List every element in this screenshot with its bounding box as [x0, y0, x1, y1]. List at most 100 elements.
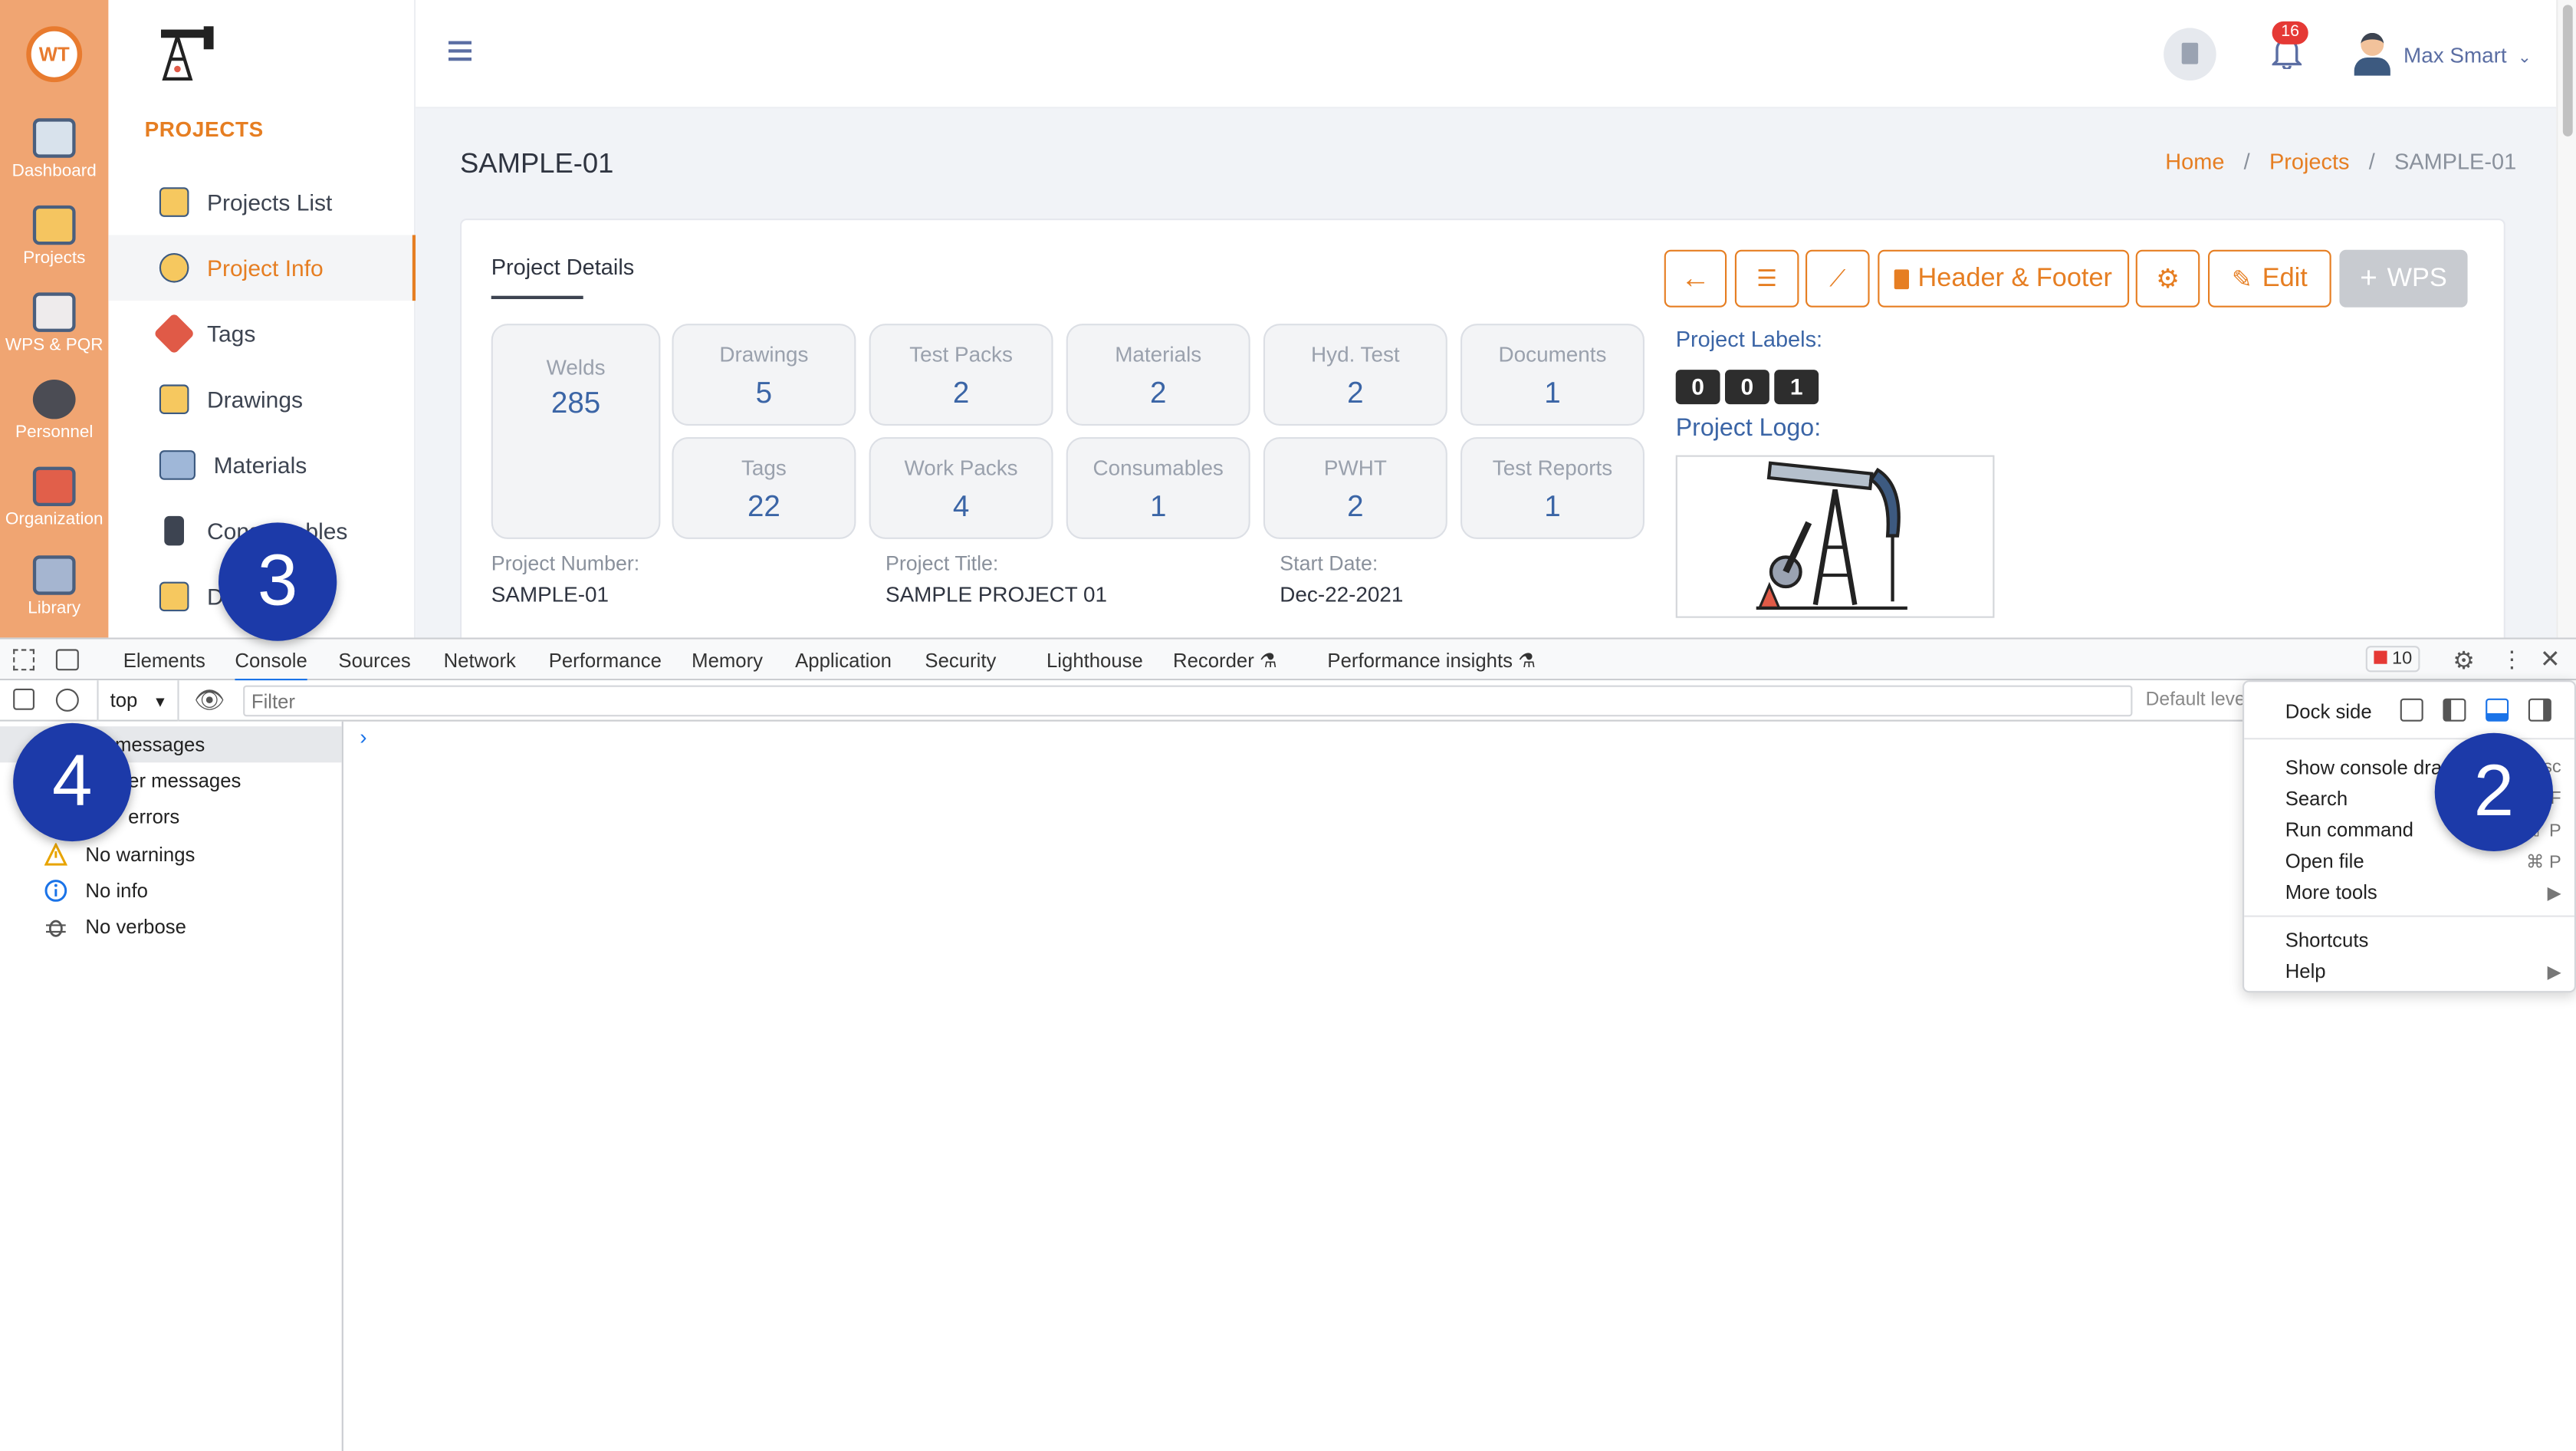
tab-memory[interactable]: Memory: [692, 649, 763, 672]
stat-drawings[interactable]: Drawings 5: [672, 324, 856, 426]
rail-item-library[interactable]: Library: [0, 555, 108, 618]
nav-item-project-info[interactable]: Project Info: [108, 235, 416, 301]
close-icon[interactable]: ✕: [2540, 644, 2561, 673]
stat-pwht[interactable]: PWHT 2: [1263, 437, 1447, 539]
gantt-button[interactable]: ☰: [1734, 249, 1799, 308]
toolbar-divider: [177, 680, 179, 722]
project-logo-image: [1675, 455, 1995, 618]
menu-toggle-icon[interactable]: [449, 41, 472, 64]
nav-item-tags[interactable]: Tags: [108, 301, 416, 367]
stat-tags[interactable]: Tags 22: [672, 437, 856, 539]
sidebar-item-verbose[interactable]: No verbose: [0, 909, 342, 945]
tab-project-details[interactable]: Project Details: [491, 255, 635, 279]
stat-work-packs[interactable]: Work Packs 4: [869, 437, 1053, 539]
stat-test-packs[interactable]: Test Packs 2: [869, 324, 1053, 426]
back-button[interactable]: ←: [1664, 249, 1727, 308]
menu-item-open-file[interactable]: Open file: [2285, 850, 2364, 873]
tab-sources[interactable]: Sources: [338, 649, 410, 672]
project-label-chip: 1: [1774, 370, 1819, 405]
tab-application[interactable]: Application: [795, 649, 892, 672]
rail-item-dashboard[interactable]: Dashboard: [0, 118, 108, 181]
rail-item-organization[interactable]: Organization: [0, 466, 108, 529]
folder-icon: [159, 187, 189, 217]
book-icon: [2181, 42, 2199, 64]
submenu-arrow-icon: ▶: [2547, 962, 2561, 983]
tab-network[interactable]: Network: [444, 649, 516, 672]
devtools-tab-bar: Elements Console Sources Network Perform…: [0, 639, 2576, 683]
menu-item-help[interactable]: Help: [2285, 959, 2326, 982]
tab-console[interactable]: Console: [235, 649, 307, 683]
tab-lighthouse[interactable]: Lighthouse: [1046, 649, 1143, 672]
tab-performance[interactable]: Performance: [549, 649, 662, 672]
clear-console-icon[interactable]: [55, 688, 79, 712]
user-menu[interactable]: Max Smart ⌄: [2404, 43, 2532, 67]
menu-item-shortcuts[interactable]: Shortcuts: [2285, 929, 2369, 952]
nav-item-drawings[interactable]: Drawings: [108, 367, 416, 433]
header-footer-button[interactable]: Header & Footer: [1878, 249, 2130, 308]
error-counter[interactable]: 10: [2365, 646, 2420, 673]
stat-materials[interactable]: Materials 2: [1066, 324, 1250, 426]
stat-consumables[interactable]: Consumables 1: [1066, 437, 1250, 539]
filter-input[interactable]: [243, 685, 2133, 717]
breadcrumb-projects[interactable]: Projects: [2269, 150, 2350, 174]
console-prompt-icon[interactable]: ›: [360, 725, 366, 749]
top-bar: 16 Max Smart ⌄: [416, 0, 2557, 109]
stat-test-reports[interactable]: Test Reports 1: [1460, 437, 1644, 539]
eye-icon[interactable]: 👁: [194, 686, 225, 715]
list-tree-icon: ☰: [1756, 265, 1778, 291]
dock-bottom-icon[interactable]: [2486, 698, 2509, 722]
edit-button[interactable]: ✎ Edit: [2208, 249, 2331, 308]
stat-welds[interactable]: Welds 285: [491, 324, 661, 539]
menu-item-search[interactable]: Search: [2285, 787, 2348, 810]
sidebar-item-warnings[interactable]: No warnings: [0, 837, 342, 873]
chart-button[interactable]: ⟋: [1806, 249, 1870, 308]
nav-item-projects-list[interactable]: Projects List: [108, 169, 416, 235]
rail-item-projects[interactable]: Projects: [0, 205, 108, 268]
context-selector[interactable]: top ▼: [110, 689, 168, 712]
sidebar-item-info[interactable]: No info: [0, 873, 342, 909]
project-details-card: Project Details Welds 285 Drawings 5 Test…: [460, 219, 2505, 647]
avatar[interactable]: [2351, 30, 2394, 79]
stat-documents[interactable]: Documents 1: [1460, 324, 1644, 426]
toolbar-divider: [97, 680, 99, 722]
project-number-value: SAMPLE-01: [491, 581, 610, 607]
callout-3: 3: [219, 522, 337, 641]
tab-elements[interactable]: Elements: [123, 649, 205, 672]
settings-button[interactable]: ⚙: [2135, 249, 2200, 308]
tab-performance-insights[interactable]: Performance insights ⚗: [1327, 649, 1536, 672]
notifications-button[interactable]: 16: [2270, 21, 2308, 71]
rail-item-personnel[interactable]: Personnel: [0, 379, 108, 442]
chevron-down-icon: ⌄: [2517, 49, 2532, 67]
info-icon: [44, 880, 67, 902]
menu-item-more-tools[interactable]: More tools: [2285, 881, 2377, 904]
sidebar-toggle-icon[interactable]: [13, 688, 34, 710]
breadcrumb-home[interactable]: Home: [2165, 150, 2224, 174]
kebab-menu-icon[interactable]: ⋮: [2500, 646, 2523, 673]
tag-icon: [153, 312, 196, 355]
menu-item-run-command[interactable]: Run command: [2285, 818, 2413, 841]
tab-security[interactable]: Security: [925, 649, 996, 672]
inspect-element-icon[interactable]: [13, 649, 34, 671]
nav-item-materials[interactable]: Materials: [108, 433, 416, 498]
menu-item-show-console-drawer[interactable]: Show console draw: [2285, 756, 2456, 779]
dashboard-icon: [32, 118, 76, 158]
undock-icon[interactable]: [2400, 698, 2423, 722]
book-button[interactable]: [2164, 28, 2216, 81]
breadcrumb: Home / Projects / SAMPLE-01: [2165, 150, 2517, 175]
folder-icon: [159, 581, 189, 612]
error-icon: [2374, 650, 2387, 664]
callout-2: 2: [2434, 732, 2553, 851]
wps-button[interactable]: + WPS: [2339, 249, 2468, 308]
tab-underline: [491, 295, 583, 299]
dock-left-icon[interactable]: [2443, 698, 2466, 722]
page-scrollbar[interactable]: [2556, 0, 2576, 638]
tab-recorder[interactable]: Recorder ⚗: [1173, 649, 1277, 672]
rail-item-wps-pqr[interactable]: WPS & PQR: [0, 292, 108, 355]
device-toolbar-icon[interactable]: [55, 649, 79, 671]
default-levels-dropdown[interactable]: Default leve: [2146, 690, 2246, 710]
dock-right-icon[interactable]: [2528, 698, 2551, 722]
app-logo[interactable]: WT: [26, 26, 83, 83]
stat-hyd-test[interactable]: Hyd. Test 2: [1263, 324, 1447, 426]
gear-icon[interactable]: ⚙: [2453, 646, 2475, 675]
bug-icon: [45, 920, 66, 937]
